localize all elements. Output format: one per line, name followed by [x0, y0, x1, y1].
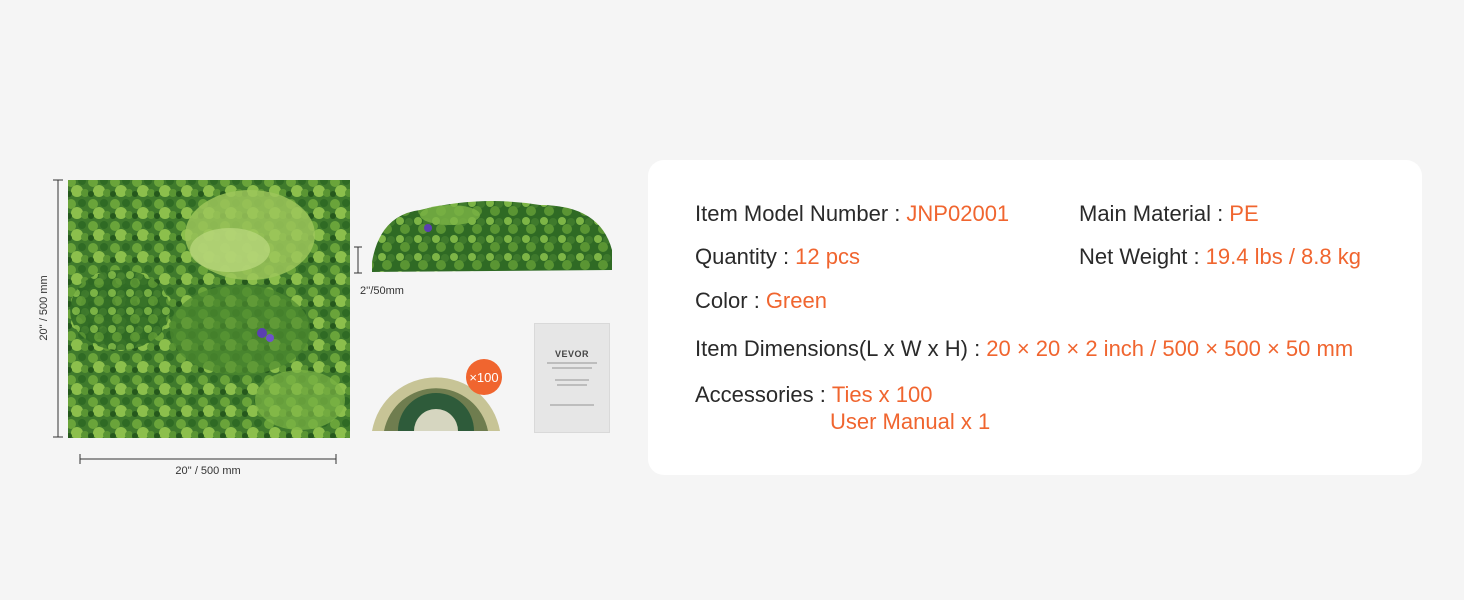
spec-material-label: Main Material: [1079, 201, 1212, 226]
height-dimension-line: [53, 179, 63, 438]
depth-dimension-line: [354, 246, 362, 274]
spec-weight-label: Net Weight: [1079, 244, 1188, 269]
spec-weight-value: 19.4 lbs / 8.8 kg: [1205, 244, 1361, 269]
spec-color: Color : Green: [695, 288, 827, 313]
spec-material-value: PE: [1229, 201, 1259, 226]
manual-brand: VEVOR: [554, 349, 589, 359]
spec-accessories-line-2: User Manual x 1: [830, 409, 990, 435]
depth-label: 2''/50mm: [360, 285, 404, 297]
manual-text-line: [555, 379, 589, 381]
spec-dimensions-value: 20 × 20 × 2 inch / 500 × 500 × 50 mm: [986, 336, 1354, 361]
manual-text-line: [552, 367, 592, 369]
spec-accessories: Accessories : Ties x 100: [695, 382, 933, 407]
user-manual-image: VEVOR: [534, 323, 610, 433]
spec-quantity-label: Quantity: [695, 244, 777, 269]
spec-quantity: Quantity :12 pcs: [695, 244, 860, 269]
product-illustration: 20'' / 500 mm 20'' / 500 mm 2''/50mm ×10…: [0, 0, 640, 600]
spec-model-label: Item Model Number: [695, 201, 889, 226]
spec-dimensions: Item Dimensions(L x W x H) :20 × 20 × 2 …: [695, 336, 1354, 361]
manual-text-line: [550, 404, 594, 406]
green-wall-panel: [68, 180, 350, 438]
width-dimension-line: [79, 454, 337, 464]
spec-accessories-value-2: User Manual x 1: [830, 409, 991, 434]
spec-material: Main Material : PE: [1079, 201, 1259, 226]
height-label: 20'' / 500 mm: [38, 275, 50, 341]
spec-card: Item Model Number : JNP02001 Main Materia…: [648, 160, 1422, 475]
manual-text-line: [547, 362, 597, 364]
product-art-svg: [53, 179, 612, 464]
panel-side-view: [372, 201, 612, 272]
spec-accessories-value-1: Ties x 100: [831, 382, 933, 407]
manual-text-line: [557, 384, 587, 386]
spec-model-value: JNP02001: [906, 201, 1010, 226]
spec-color-value: Green: [765, 288, 827, 313]
spec-model: Item Model Number : JNP02001: [695, 201, 1010, 226]
spec-color-label: Color: [695, 288, 748, 313]
spec-accessories-label: Accessories: [695, 382, 814, 407]
spec-quantity-value: 12 pcs: [795, 244, 860, 269]
width-label: 20'' / 500 mm: [175, 465, 241, 477]
ties-quantity-text: ×100: [469, 369, 499, 385]
spec-weight: Net Weight :19.4 lbs / 8.8 kg: [1079, 244, 1361, 269]
spec-dimensions-label: Item Dimensions(L x W x H): [695, 336, 969, 361]
ties-quantity-badge: ×100: [466, 359, 502, 395]
